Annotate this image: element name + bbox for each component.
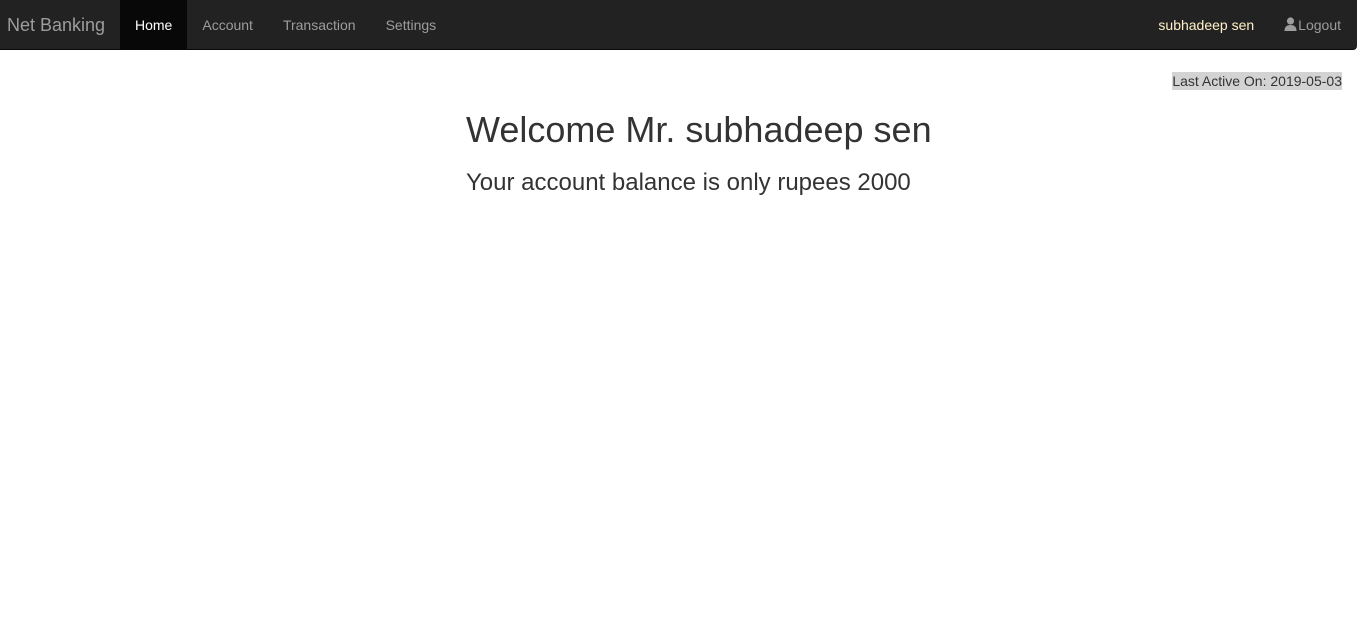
top-navbar: Net Banking Home Account Transaction Set… bbox=[0, 0, 1357, 50]
welcome-heading: Welcome Mr. subhadeep sen bbox=[466, 109, 932, 150]
balance-text: Your account balance is only rupees 2000 bbox=[466, 169, 911, 196]
nav-item-transaction[interactable]: Transaction bbox=[268, 0, 371, 50]
nav-right: subhadeep sen Logout bbox=[1143, 0, 1357, 50]
nav-item-account[interactable]: Account bbox=[187, 0, 268, 50]
user-icon bbox=[1284, 17, 1297, 31]
nav-menu: Home Account Transaction Settings bbox=[120, 0, 451, 50]
user-name-link[interactable]: subhadeep sen bbox=[1143, 0, 1269, 50]
logout-link[interactable]: Logout bbox=[1269, 0, 1357, 50]
brand-link[interactable]: Net Banking bbox=[7, 0, 105, 50]
nav-item-settings[interactable]: Settings bbox=[371, 0, 452, 50]
last-active-badge: Last Active On: 2019-05-03 bbox=[1172, 72, 1342, 90]
logout-label: Logout bbox=[1298, 17, 1341, 33]
nav-item-home[interactable]: Home bbox=[120, 0, 188, 50]
